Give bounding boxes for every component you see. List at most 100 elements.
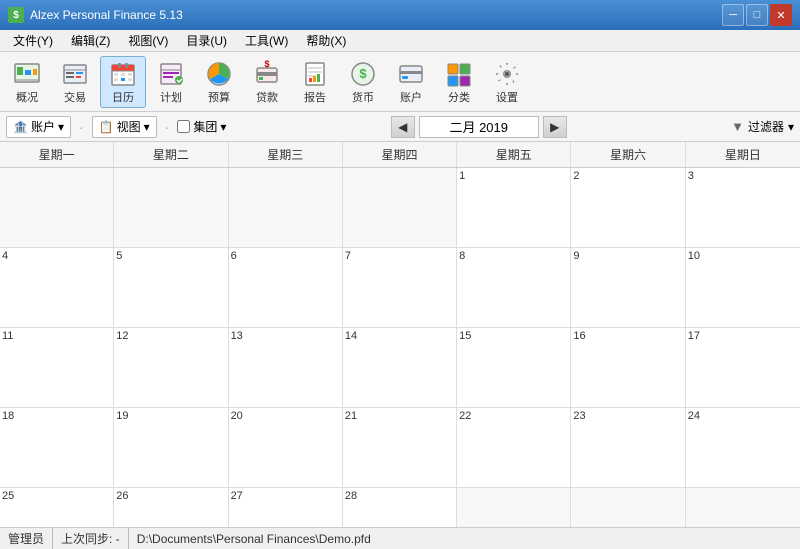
settings-icon: [491, 59, 523, 91]
toolbar-btn-overview[interactable]: 概况: [4, 56, 50, 108]
toolbar-btn-label-settings: 设置: [496, 92, 518, 104]
report-icon: [299, 59, 331, 91]
day-number: 23: [573, 410, 682, 422]
day-number: 21: [345, 410, 454, 422]
next-month-button[interactable]: ▶: [543, 116, 567, 138]
calendar-cell[interactable]: 8: [457, 248, 571, 328]
day-number: 24: [688, 410, 798, 422]
toolbar-btn-label-overview: 概况: [16, 92, 38, 104]
toolbar-btn-transaction[interactable]: 交易: [52, 56, 98, 108]
toolbar-btn-category[interactable]: 分类: [436, 56, 482, 108]
day-number: 4: [2, 250, 111, 262]
calendar-cell[interactable]: 19: [114, 408, 228, 488]
day-number: 10: [688, 250, 798, 262]
calendar-cell[interactable]: 18: [0, 408, 114, 488]
nav-separator-2: ·: [163, 119, 172, 135]
account-icon: 🏦: [13, 120, 28, 134]
svg-text:$: $: [264, 60, 269, 69]
view-icon: 📋: [99, 120, 114, 134]
prev-arrow-icon: ◀: [398, 120, 407, 134]
calendar-cell[interactable]: 17: [686, 328, 800, 408]
calendar-cell[interactable]: 14: [343, 328, 457, 408]
weekday-header: 星期五: [457, 142, 571, 167]
maximize-button[interactable]: □: [746, 4, 768, 26]
menu-item-文件(Y)[interactable]: 文件(Y): [4, 29, 62, 52]
calendar-cell[interactable]: 10: [686, 248, 800, 328]
budget-icon: [203, 59, 235, 91]
weekday-header: 星期二: [114, 142, 228, 167]
calendar-cell[interactable]: 2: [571, 168, 685, 248]
weekday-header: 星期四: [343, 142, 457, 167]
prev-month-button[interactable]: ◀: [391, 116, 415, 138]
calendar-cell[interactable]: 15: [457, 328, 571, 408]
menu-item-编辑(Z)[interactable]: 编辑(Z): [62, 29, 119, 52]
calendar-cell[interactable]: 20: [229, 408, 343, 488]
account-dropdown[interactable]: 🏦 账户 ▾: [6, 116, 71, 138]
calendar-cell[interactable]: 22: [457, 408, 571, 488]
calendar-cell[interactable]: 4: [0, 248, 114, 328]
nav-separator-1: ·: [77, 119, 86, 135]
calendar-cell[interactable]: 24: [686, 408, 800, 488]
month-navigation: ◀ 二月 2019 ▶: [232, 116, 725, 138]
menu-item-视图(V)[interactable]: 视图(V): [119, 29, 177, 52]
toolbar: 概况 交易 日历计划预算 $ 贷款 报告$货币账户分类设置: [0, 52, 800, 112]
calendar-cell[interactable]: 21: [343, 408, 457, 488]
calendar-cell[interactable]: 16: [571, 328, 685, 408]
toolbar-btn-settings[interactable]: 设置: [484, 56, 530, 108]
toolbar-btn-label-transaction: 交易: [64, 92, 86, 104]
calendar-cell: [0, 168, 114, 248]
calendar-cell[interactable]: 11: [0, 328, 114, 408]
weekday-header: 星期三: [229, 142, 343, 167]
calendar-cell[interactable]: 9: [571, 248, 685, 328]
calendar-cell[interactable]: 7: [343, 248, 457, 328]
calendar-cell[interactable]: 23: [571, 408, 685, 488]
account-chevron-icon: ▾: [58, 120, 64, 134]
status-sync-text: 上次同步: -: [61, 530, 120, 547]
category-icon: [443, 59, 475, 91]
day-number: 11: [2, 330, 111, 342]
group-checkbox[interactable]: [177, 120, 190, 133]
calendar-cell[interactable]: 3: [686, 168, 800, 248]
calendar-cell[interactable]: 5: [114, 248, 228, 328]
weekday-header: 星期一: [0, 142, 114, 167]
title-bar: $ Alzex Personal Finance 5.13 ─ □ ✕: [0, 0, 800, 30]
minimize-button[interactable]: ─: [722, 4, 744, 26]
menu-item-帮助(X)[interactable]: 帮助(X): [297, 29, 355, 52]
calendar-cell[interactable]: 6: [229, 248, 343, 328]
toolbar-btn-account[interactable]: 账户: [388, 56, 434, 108]
filter-dropdown[interactable]: ▼ 过滤器 ▾: [731, 118, 794, 135]
calendar-cell: [343, 168, 457, 248]
toolbar-btn-calendar[interactable]: 日历: [100, 56, 146, 108]
calendar-cell[interactable]: 13: [229, 328, 343, 408]
title-bar-left: $ Alzex Personal Finance 5.13: [8, 7, 183, 23]
toolbar-btn-currency[interactable]: $货币: [340, 56, 386, 108]
menu-bar: 文件(Y)编辑(Z)视图(V)目录(U)工具(W)帮助(X): [0, 30, 800, 52]
view-dropdown[interactable]: 📋 视图 ▾: [92, 116, 157, 138]
calendar-cell[interactable]: 25: [0, 488, 114, 527]
menu-item-工具(W)[interactable]: 工具(W): [236, 29, 297, 52]
toolbar-btn-label-budget: 预算: [208, 92, 230, 104]
calendar-cell[interactable]: 26: [114, 488, 228, 527]
calendar-cell: [686, 488, 800, 527]
toolbar-btn-report[interactable]: 报告: [292, 56, 338, 108]
calendar-cell[interactable]: 12: [114, 328, 228, 408]
toolbar-btn-plan[interactable]: 计划: [148, 56, 194, 108]
calendar-cell[interactable]: 28: [343, 488, 457, 527]
day-number: 13: [231, 330, 340, 342]
calendar-cell[interactable]: 1: [457, 168, 571, 248]
day-number: 22: [459, 410, 568, 422]
day-number: 2: [573, 170, 682, 182]
svg-text:$: $: [359, 66, 367, 81]
close-button[interactable]: ✕: [770, 4, 792, 26]
day-number: 16: [573, 330, 682, 342]
toolbar-btn-label-loan: 贷款: [256, 92, 278, 104]
window-controls: ─ □ ✕: [722, 4, 792, 26]
day-number: 14: [345, 330, 454, 342]
calendar-cell[interactable]: 27: [229, 488, 343, 527]
group-checkbox-label[interactable]: 集团 ▾: [177, 118, 226, 135]
menu-item-目录(U)[interactable]: 目录(U): [177, 29, 236, 52]
app-icon: $: [8, 7, 24, 23]
calendar-area: 星期一星期二星期三星期四星期五星期六星期日 123456789101112131…: [0, 142, 800, 527]
toolbar-btn-loan[interactable]: $ 贷款: [244, 56, 290, 108]
toolbar-btn-budget[interactable]: 预算: [196, 56, 242, 108]
